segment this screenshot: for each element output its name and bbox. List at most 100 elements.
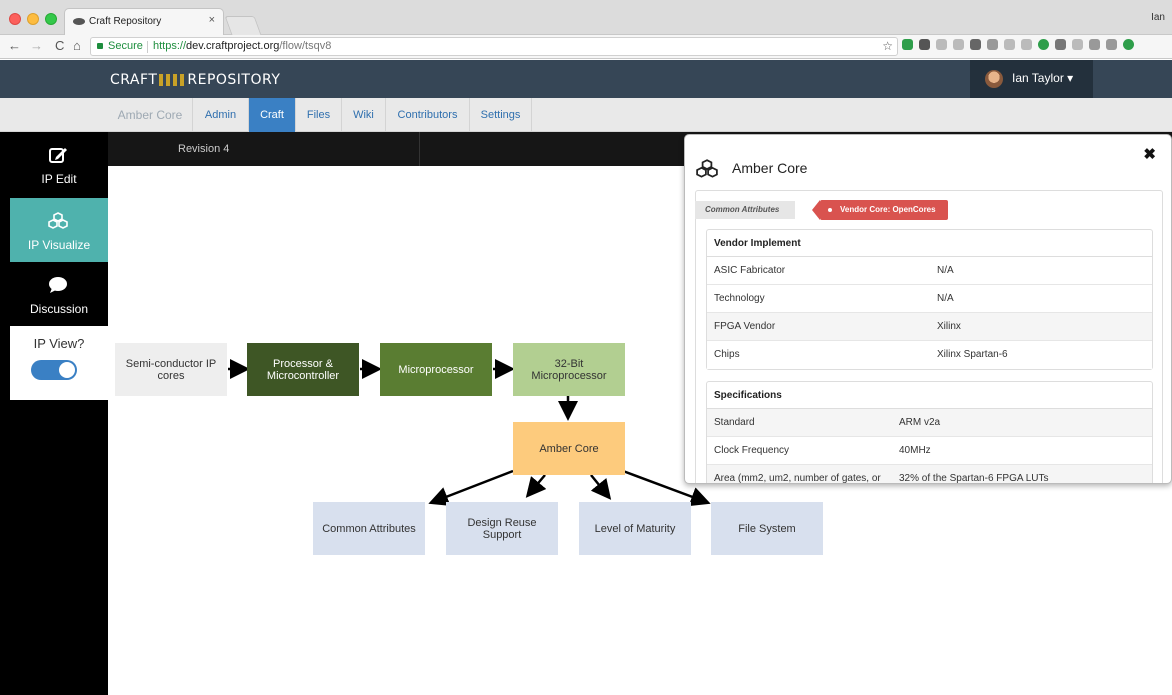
- address-divider: [147, 41, 148, 53]
- vendor-implement-section: Vendor Implement ASIC Fabricator N/A Tech…: [706, 229, 1153, 370]
- tab-craft[interactable]: Craft: [249, 98, 296, 132]
- bookmark-star-icon[interactable]: ☆: [882, 39, 893, 53]
- table-row: Clock Frequency 40MHz: [707, 437, 1152, 465]
- browser-profile-name[interactable]: Ian: [1151, 12, 1165, 23]
- row-key: Clock Frequency: [714, 445, 790, 456]
- logo-text-right: REPOSITORY: [187, 72, 281, 88]
- tab-contributors[interactable]: Contributors: [386, 98, 470, 132]
- revision-label[interactable]: Revision 4: [178, 143, 229, 155]
- lock-icon: [97, 43, 103, 49]
- close-icon[interactable]: ✖: [1143, 145, 1156, 163]
- extension-icon[interactable]: [1004, 39, 1015, 50]
- flow-arrow: [525, 474, 547, 498]
- extension-icon[interactable]: [1123, 39, 1134, 50]
- sidebar-item-label: Discussion: [29, 302, 89, 316]
- browser-tab[interactable]: Craft Repository ×: [64, 8, 224, 35]
- ip-sidebar: IP Edit IP Visualize Discussion: [10, 132, 108, 695]
- toggle-knob: [59, 362, 75, 378]
- sidebar-item-ip-visualize[interactable]: IP Visualize: [10, 198, 108, 262]
- table-row: Chips Xilinx Spartan-6: [707, 341, 1152, 369]
- extension-icon[interactable]: [1072, 39, 1083, 50]
- panel-content: Common Attributes Vendor Core: OpenCores…: [695, 190, 1163, 484]
- extension-icon[interactable]: [902, 39, 913, 50]
- flow-arrow: [590, 474, 612, 500]
- tab-wiki[interactable]: Wiki: [342, 98, 386, 132]
- extension-icon[interactable]: [1089, 39, 1100, 50]
- user-name-text: Ian Taylor: [1012, 71, 1064, 85]
- user-menu[interactable]: Ian Taylor ▾: [970, 60, 1093, 98]
- extension-icon[interactable]: [919, 39, 930, 50]
- tab-title: Craft Repository: [89, 16, 162, 27]
- row-value: 40MHz: [899, 445, 931, 456]
- favicon-icon: [73, 18, 85, 25]
- tab-admin[interactable]: Admin: [193, 98, 249, 132]
- ip-view-toggle[interactable]: [31, 360, 77, 380]
- ip-view-label: IP View?: [33, 336, 85, 351]
- home-icon[interactable]: ⌂: [73, 38, 81, 53]
- node-level-of-maturity[interactable]: Level of Maturity: [579, 502, 691, 555]
- row-value: Xilinx Spartan-6: [937, 349, 1008, 360]
- extension-icon[interactable]: [1055, 39, 1066, 50]
- node-design-reuse-support[interactable]: Design Reuse Support: [446, 502, 558, 555]
- section-title: Specifications: [707, 382, 1152, 409]
- reload-icon[interactable]: C: [55, 38, 64, 53]
- new-tab-button[interactable]: [224, 16, 262, 35]
- address-bar[interactable]: Secure https://dev.craftproject.org/flow…: [90, 37, 898, 56]
- tab-files[interactable]: Files: [296, 98, 342, 132]
- node-32-bit-microprocessor[interactable]: 32-Bit Microprocessor: [513, 343, 625, 396]
- extension-icon[interactable]: [1038, 39, 1049, 50]
- row-key: Technology: [714, 293, 765, 304]
- node-file-system[interactable]: File System: [711, 502, 823, 555]
- avatar: [985, 70, 1003, 88]
- cubes-icon: [696, 159, 718, 178]
- node-processor-microcontroller[interactable]: Processor & Microcontroller: [247, 343, 359, 396]
- extension-icon[interactable]: [936, 39, 947, 50]
- node-semiconductor-ip-cores[interactable]: Semi-conductor IP cores: [115, 343, 227, 396]
- revision-divider: [419, 132, 420, 166]
- extension-icon[interactable]: [987, 39, 998, 50]
- tab-common-attributes[interactable]: Common Attributes: [695, 201, 795, 219]
- row-key: Standard: [714, 417, 755, 428]
- minimize-window-button[interactable]: [27, 13, 39, 25]
- section-title: Vendor Implement: [707, 230, 1152, 257]
- detail-panel: ✖ Amber Core Common Attributes Vendor Co…: [684, 134, 1172, 484]
- left-edge: [0, 132, 10, 695]
- flow-arrow: [428, 469, 514, 506]
- maximize-window-button[interactable]: [45, 13, 57, 25]
- sidebar-item-label: IP Edit: [41, 172, 77, 186]
- project-name[interactable]: Amber Core: [108, 98, 193, 132]
- url-host: dev.craftproject.org: [186, 40, 280, 52]
- specifications-section: Specifications Standard ARM v2a Clock Fre…: [706, 381, 1153, 484]
- cubes-icon: [48, 212, 68, 229]
- craft-repository-logo[interactable]: CRAFT REPOSITORY: [110, 72, 280, 88]
- node-common-attributes[interactable]: Common Attributes: [313, 502, 425, 555]
- row-value: N/A: [937, 293, 954, 304]
- node-microprocessor[interactable]: Microprocessor: [380, 343, 492, 396]
- url-path: /flow/tsqv8: [279, 40, 332, 52]
- panel-title: Amber Core: [732, 160, 808, 176]
- browser-toolbar: ← → C ⌂ Secure https://dev.craftproject.…: [0, 35, 1172, 59]
- tab-close-icon[interactable]: ×: [209, 14, 215, 26]
- close-window-button[interactable]: [9, 13, 21, 25]
- logo-flag-icon: [159, 74, 186, 86]
- back-arrow-icon[interactable]: ←: [8, 38, 21, 53]
- extension-icon[interactable]: [1106, 39, 1117, 50]
- sidebar-item-discussion[interactable]: Discussion: [10, 262, 108, 326]
- extension-icon[interactable]: [970, 39, 981, 50]
- table-row: Area (mm2, um2, number of gates, or 32% o…: [707, 465, 1152, 484]
- row-value: ARM v2a: [899, 417, 941, 428]
- table-row: ASIC Fabricator N/A: [707, 257, 1152, 285]
- extension-icon[interactable]: [1021, 39, 1032, 50]
- table-row: FPGA Vendor Xilinx: [707, 313, 1152, 341]
- extension-icon[interactable]: [953, 39, 964, 50]
- logo-text-left: CRAFT: [110, 72, 158, 88]
- project-nav: Amber Core Admin Craft Files Wiki Contri…: [0, 98, 1172, 132]
- node-amber-core[interactable]: Amber Core: [513, 422, 625, 475]
- forward-arrow-icon[interactable]: →: [30, 38, 43, 53]
- ip-view-control: IP View?: [10, 326, 108, 400]
- sidebar-item-ip-edit[interactable]: IP Edit: [10, 132, 108, 196]
- user-name: Ian Taylor ▾: [1012, 71, 1073, 85]
- row-key: Area (mm2, um2, number of gates, or: [714, 473, 881, 484]
- url-text[interactable]: https://dev.craftproject.org/flow/tsqv8: [153, 40, 331, 52]
- tab-settings[interactable]: Settings: [470, 98, 532, 132]
